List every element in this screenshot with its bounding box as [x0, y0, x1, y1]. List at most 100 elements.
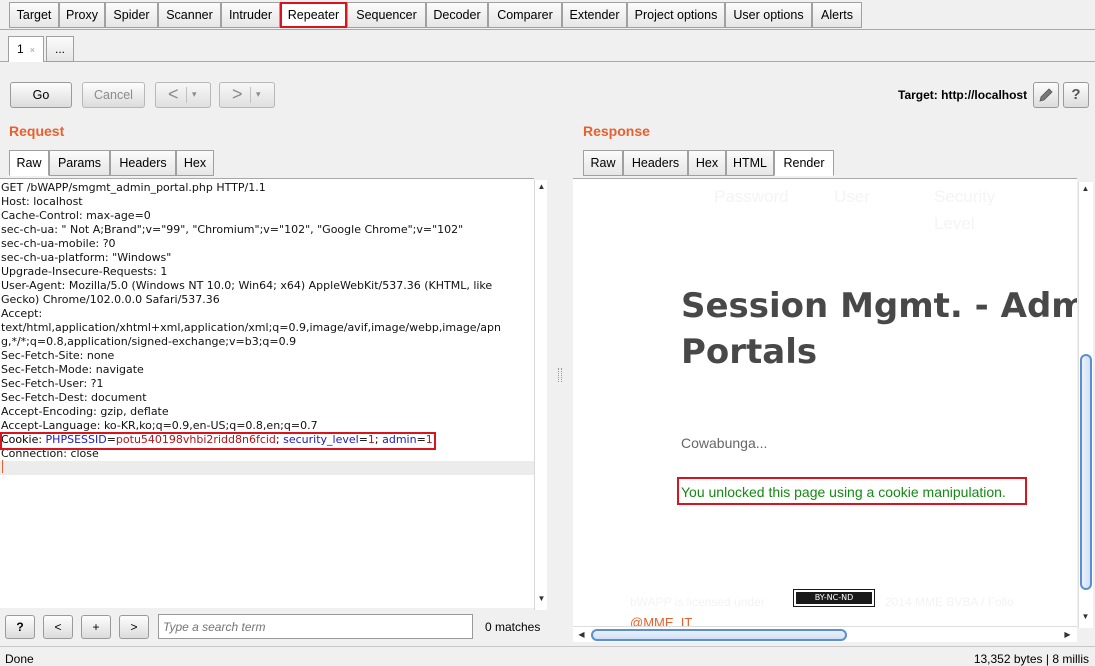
request-line: Host: localhost	[1, 195, 83, 208]
rendered-response: Password User Security Level Session Mgm…	[573, 178, 1077, 628]
splitter-grip-icon[interactable]	[558, 368, 562, 382]
dropdown-arrow-icon[interactable]: ▾	[256, 83, 261, 105]
repeater-tab-bar: 1 × ...	[0, 32, 1095, 62]
request-line: GET /bWAPP/smgmt_admin_portal.php HTTP/1…	[1, 181, 266, 194]
status-bar: Done 13,352 bytes | 8 millis	[0, 646, 1095, 666]
tab-extender[interactable]: Extender	[562, 2, 627, 28]
edit-target-button[interactable]	[1033, 82, 1059, 108]
request-tab-hex[interactable]: Hex	[176, 150, 214, 176]
forward-button[interactable]: > ▾	[219, 82, 275, 108]
request-line: Upgrade-Insecure-Requests: 1	[1, 265, 168, 278]
repeater-tab-1[interactable]: 1 ×	[8, 36, 44, 62]
request-line-current	[0, 461, 534, 475]
page-title-line-2: Portals	[681, 332, 818, 372]
search-match-count: 0 matches	[485, 620, 541, 634]
panel-splitter[interactable]	[557, 112, 563, 656]
status-text: Done	[5, 652, 34, 666]
request-tab-params[interactable]: Params	[49, 150, 110, 176]
chevron-left-icon: <	[168, 84, 179, 104]
tab-sequencer[interactable]: Sequencer	[347, 2, 426, 28]
creative-commons-badge-icon[interactable]: BY-NC-ND	[793, 589, 875, 607]
tab-proxy[interactable]: Proxy	[59, 2, 105, 28]
page-title-line-1: Session Mgmt. - Adm	[681, 286, 1077, 326]
divider	[186, 87, 187, 103]
divider	[250, 87, 251, 103]
response-tab-raw[interactable]: Raw	[583, 150, 623, 176]
scroll-right-icon[interactable]: ▶	[1061, 628, 1074, 642]
nav-link-level[interactable]: Level	[934, 214, 975, 234]
tab-repeater[interactable]: Repeater	[280, 2, 347, 28]
scroll-down-icon[interactable]: ▼	[535, 592, 548, 606]
response-tab-render[interactable]: Render	[774, 150, 834, 176]
search-help-button[interactable]: ?	[5, 615, 35, 639]
target-label: Target: http://localhost	[898, 88, 1028, 102]
main-tab-bar: Target Proxy Spider Scanner Intruder Rep…	[0, 0, 1095, 30]
request-line: sec-ch-ua-platform: "Windows"	[1, 251, 172, 264]
request-line: Accept:	[1, 307, 43, 320]
scroll-left-icon[interactable]: ◀	[575, 628, 588, 642]
text-caret	[2, 460, 3, 473]
request-line: Accept-Encoding: gzip, deflate	[1, 405, 169, 418]
search-previous-button[interactable]: <	[43, 615, 73, 639]
request-line: Accept-Language: ko-KR,ko;q=0.9,en-US;q=…	[1, 419, 318, 432]
request-line: sec-ch-ua-mobile: ?0	[1, 237, 116, 250]
scroll-up-icon[interactable]: ▲	[535, 180, 548, 194]
request-tab-raw[interactable]: Raw	[9, 150, 49, 176]
request-line: Gecko) Chrome/102.0.0.0 Safari/537.36	[1, 293, 220, 306]
back-button[interactable]: < ▾	[155, 82, 211, 108]
cancel-button[interactable]: Cancel	[82, 82, 145, 108]
request-tab-headers[interactable]: Headers	[110, 150, 176, 176]
request-line: text/html,application/xhtml+xml,applicat…	[1, 321, 501, 334]
nav-link-password[interactable]: Password	[714, 187, 789, 207]
response-tab-html[interactable]: HTML	[726, 150, 774, 176]
cowabunga-text: Cowabunga...	[681, 435, 768, 451]
dropdown-arrow-icon[interactable]: ▾	[192, 83, 197, 105]
tab-user-options[interactable]: User options	[725, 2, 812, 28]
request-editor[interactable]: GET /bWAPP/smgmt_admin_portal.php HTTP/1…	[0, 178, 534, 608]
help-button[interactable]: ?	[1063, 82, 1089, 108]
search-add-button[interactable]: +	[81, 615, 111, 639]
tab-scanner[interactable]: Scanner	[158, 2, 221, 28]
request-scrollbar[interactable]: ▲ ▼	[534, 180, 547, 610]
repeater-tab-1-label: 1	[17, 42, 24, 56]
request-title: Request	[9, 123, 65, 139]
request-line: Sec-Fetch-Mode: navigate	[1, 363, 144, 376]
scroll-up-icon[interactable]: ▲	[1079, 182, 1092, 196]
response-size-time: 13,352 bytes | 8 millis	[973, 652, 1089, 666]
request-line: Sec-Fetch-Site: none	[1, 349, 115, 362]
footer-copyright-text: 2014 MME BVBA / Follo	[885, 595, 1014, 609]
tab-target[interactable]: Target	[9, 2, 59, 28]
scrollbar-thumb[interactable]	[1080, 354, 1092, 590]
response-vertical-scrollbar[interactable]: ▲ ▼	[1078, 182, 1093, 628]
cookie-highlight-box	[0, 432, 436, 450]
scrollbar-thumb[interactable]	[591, 629, 847, 641]
request-line: sec-ch-ua: " Not A;Brand";v="99", "Chrom…	[1, 223, 464, 236]
tab-project-options[interactable]: Project options	[627, 2, 725, 28]
nav-link-user[interactable]: User	[834, 187, 870, 207]
nav-link-security[interactable]: Security	[934, 187, 995, 207]
response-tab-headers[interactable]: Headers	[623, 150, 688, 176]
scroll-down-icon[interactable]: ▼	[1079, 610, 1092, 624]
request-line: Cache-Control: max-age=0	[1, 209, 151, 222]
request-line: User-Agent: Mozilla/5.0 (Windows NT 10.0…	[1, 279, 493, 292]
search-next-button[interactable]: >	[119, 615, 149, 639]
response-title: Response	[583, 123, 650, 139]
go-button[interactable]: Go	[10, 82, 72, 108]
page-title: Session Mgmt. - Adm Portals	[681, 283, 1077, 375]
repeater-tab-new[interactable]: ...	[46, 36, 74, 62]
footer-license-text: bWAPP is licensed under	[630, 595, 765, 609]
search-input[interactable]	[158, 614, 473, 639]
tab-spider[interactable]: Spider	[105, 2, 158, 28]
tab-decoder[interactable]: Decoder	[426, 2, 488, 28]
request-line: Sec-Fetch-Dest: document	[1, 391, 147, 404]
pencil-icon	[1039, 88, 1053, 102]
close-icon[interactable]: ×	[30, 45, 35, 55]
tab-comparer[interactable]: Comparer	[488, 2, 562, 28]
tab-intruder[interactable]: Intruder	[221, 2, 280, 28]
response-tab-hex[interactable]: Hex	[688, 150, 726, 176]
response-horizontal-scrollbar[interactable]: ◀ ▶	[573, 626, 1077, 642]
request-line: g,*/*;q=0.8,application/signed-exchange;…	[1, 335, 297, 348]
chevron-right-icon: >	[232, 84, 243, 104]
unlock-message: You unlocked this page using a cookie ma…	[681, 484, 1006, 500]
tab-alerts[interactable]: Alerts	[812, 2, 862, 28]
